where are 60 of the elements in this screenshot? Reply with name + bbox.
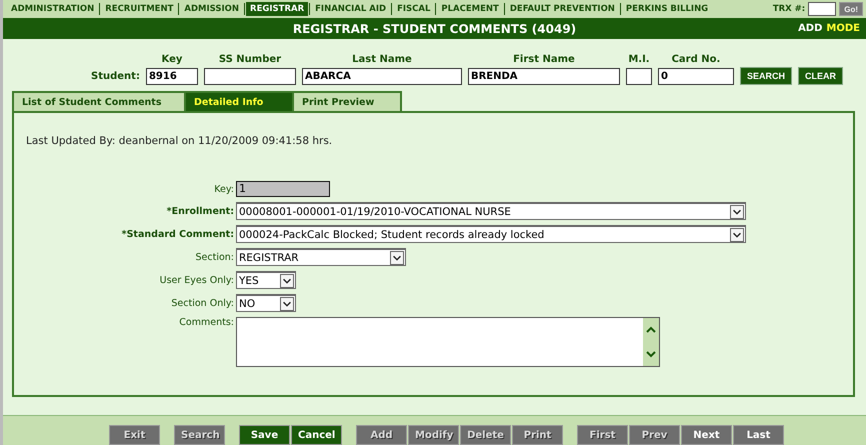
field-heading: SS Number [218,54,282,65]
page-title: REGISTRAR - STUDENT COMMENTS (4049) [292,22,576,36]
nav-tab[interactable]: FISCAL [393,2,434,16]
student-input-field[interactable]: 8916 [146,68,198,85]
scroll-down-icon[interactable] [646,350,656,358]
select-field[interactable]: YES [236,271,296,289]
tab[interactable]: Detailed Info [184,91,294,111]
field-heading: Last Name [352,54,412,65]
action-button[interactable]: Last [733,425,784,445]
nav-tab[interactable]: RECRUITMENT [101,2,178,16]
select-field[interactable]: 00008001-000001-01/19/2010-VOCATIONAL NURSE [236,202,746,220]
select-field[interactable]: 000024-PackCalc Blocked; Student records already locked [236,225,746,243]
nav-tab[interactable]: ADMINISTRATION [7,2,98,16]
student-input-field[interactable]: ABARCA [302,68,462,85]
key-field: 1 [236,181,330,197]
student-input-field[interactable]: 0 [658,68,734,85]
student-input-field[interactable] [626,68,652,85]
field-heading: First Name [513,54,575,65]
field-heading: Key [162,54,182,65]
trx-input-field[interactable] [808,2,836,16]
nav-tab[interactable]: REGISTRAR [246,2,308,16]
field-label: Key: [214,184,234,194]
clear-button[interactable]: CLEAR [798,67,843,85]
field-label: Comments: [179,317,234,328]
action-button[interactable]: Cancel [291,425,342,445]
trx-label: TRX #: [772,4,806,14]
field-label: Section Only: [171,298,234,308]
tab[interactable]: Print Preview [292,91,402,111]
last-updated-text: Last Updated By: deanbernal on 11/20/2009 09:41:58 hrs. [26,135,334,147]
tab[interactable]: List of Student Comments [12,91,186,111]
field-label: *Standard Comment: [122,228,234,240]
caret-icon [730,204,744,218]
caret-icon [280,296,294,310]
mode-label: MODE [826,23,860,34]
nav-tab[interactable]: PLACEMENT [437,2,503,16]
nav-tab[interactable]: DEFAULT PREVENTION [506,2,619,16]
search-button[interactable]: SEARCH [740,67,792,85]
go-button[interactable]: Go! [839,2,863,16]
select-field[interactable]: NO [236,294,296,312]
field-heading: Card No. [672,54,720,65]
field-heading: M.I. [628,54,650,65]
comments-field[interactable] [236,317,660,367]
nav-tab[interactable]: PERKINS BILLING [622,2,712,16]
action-button[interactable]: Next [681,425,732,445]
caret-icon [280,274,294,288]
caret-icon [730,228,744,242]
scrollbar[interactable] [643,318,659,366]
field-label: *Enrollment: [166,206,234,216]
student-input-field[interactable]: BRENDA [468,68,620,85]
nav-tab[interactable]: ADMISSION [180,2,244,16]
field-label: User Eyes Only: [160,274,234,286]
action-button[interactable]: Save [239,425,290,445]
mode-action: ADD [798,23,822,34]
student-label: Student: [91,71,140,84]
scroll-up-icon[interactable] [646,326,656,334]
student-input-field[interactable] [204,68,296,85]
nav-tab[interactable]: FINANCIAL AID [311,2,390,16]
field-label: Section: [196,252,234,262]
select-field[interactable]: REGISTRAR [236,248,406,266]
caret-icon [390,250,404,264]
